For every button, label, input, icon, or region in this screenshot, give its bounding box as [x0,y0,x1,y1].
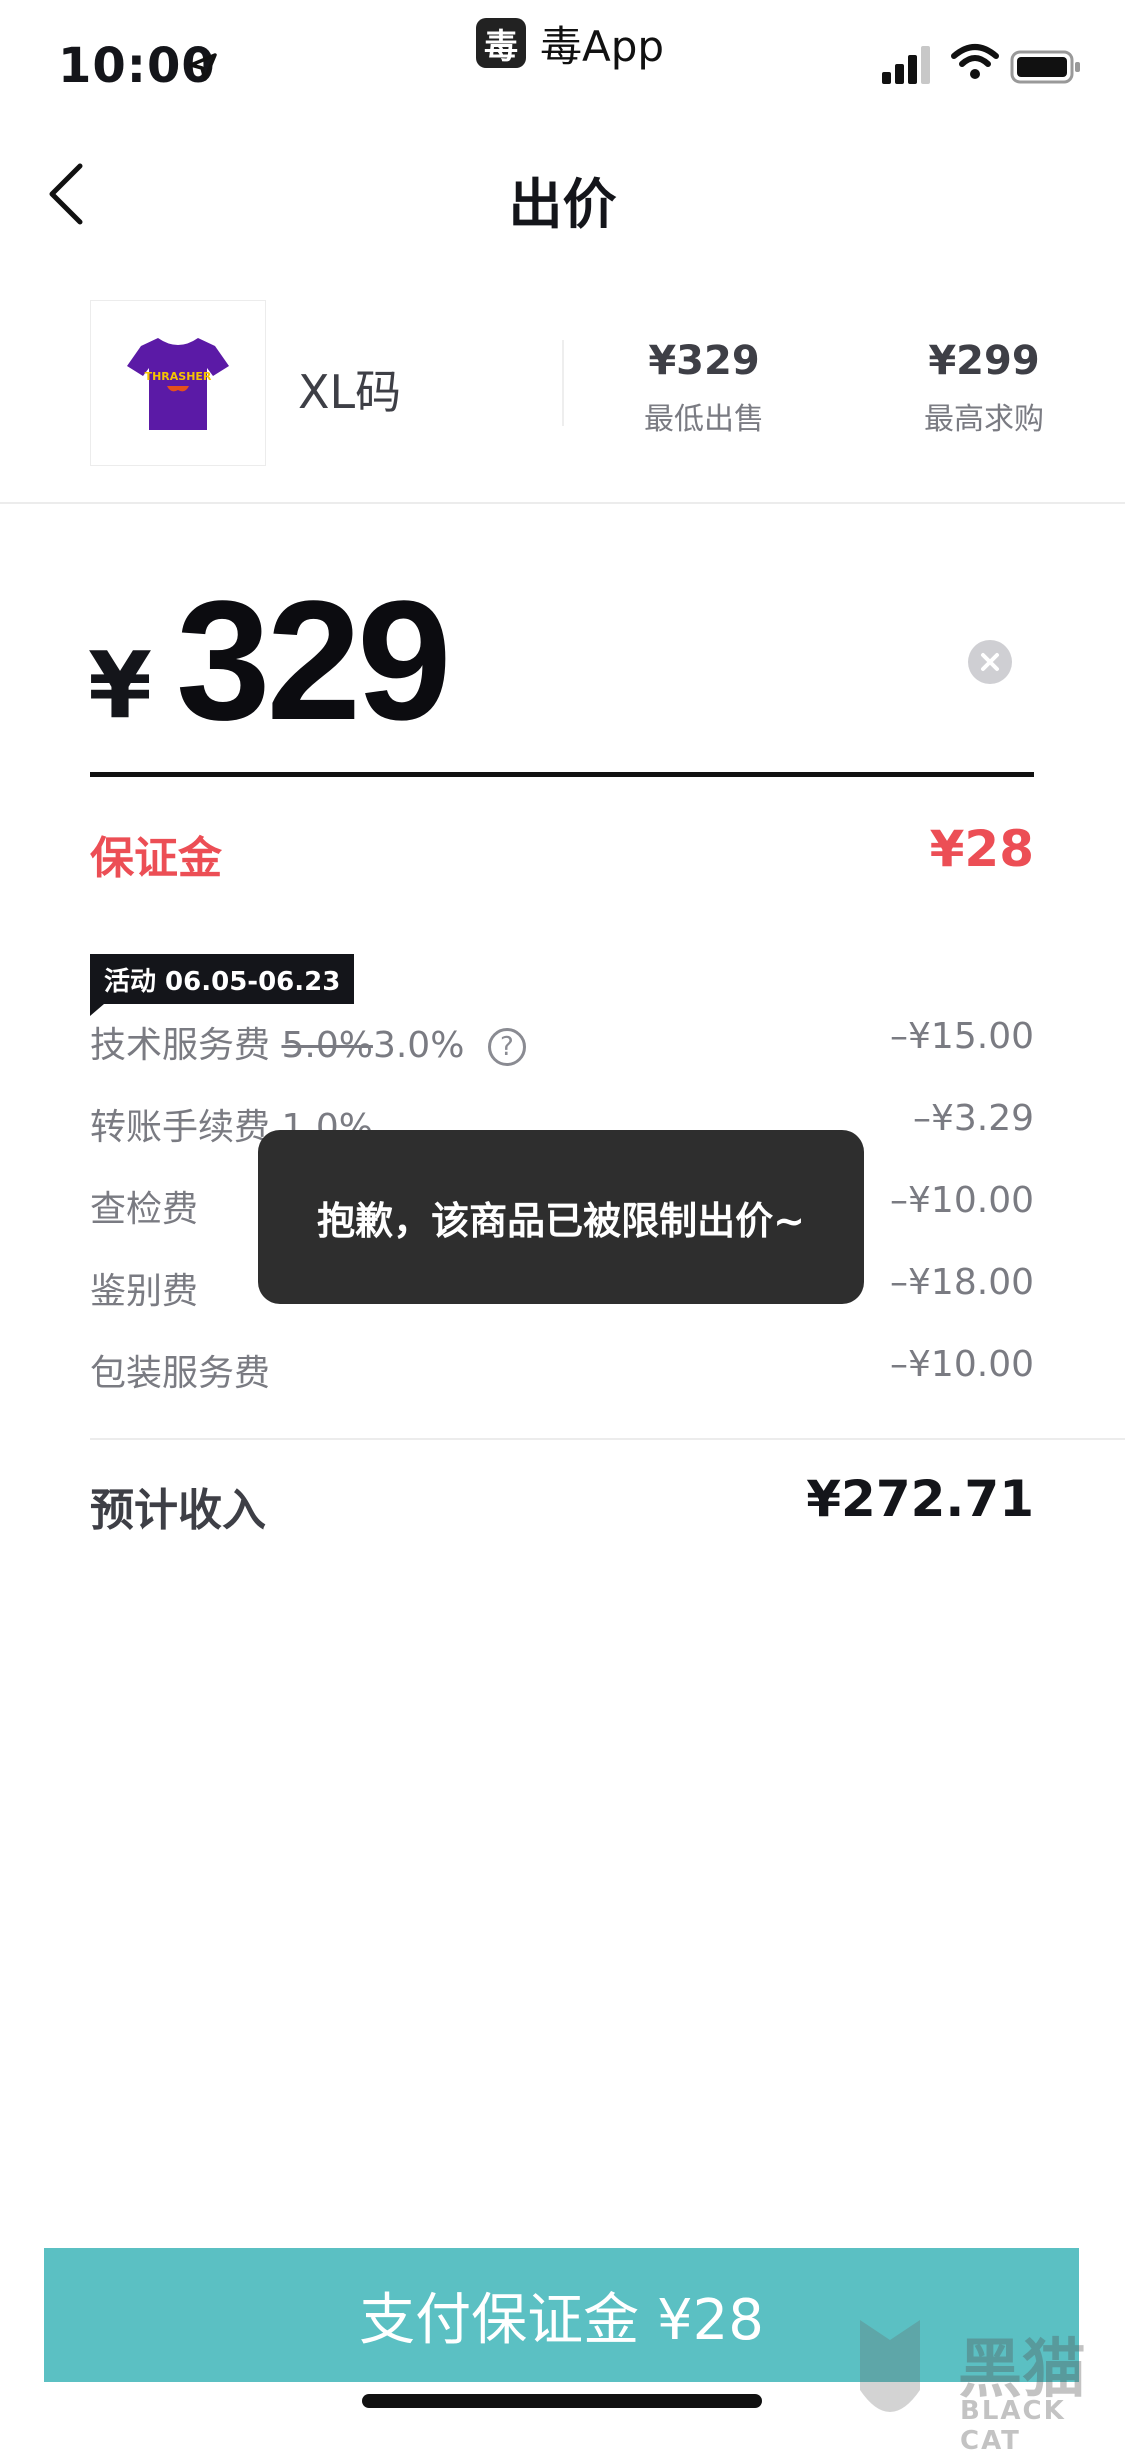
home-indicator[interactable] [362,2394,762,2408]
currency-symbol: ¥ [88,632,153,739]
cellular-signal-icon [882,46,930,84]
fee-old-rate: 5.0% [281,1025,373,1066]
divider [562,340,564,426]
page-title: 出价 [508,173,617,236]
shirt-print-text: THRASHER [145,370,212,383]
location-arrow-icon [189,53,217,81]
bid-price-input[interactable] [176,576,876,746]
lowest-sell-price: ¥329 [648,338,760,384]
close-icon [981,653,999,671]
tshirt-image: THRASHER [127,338,229,430]
wifi-icon [951,44,999,79]
fee-label-authentication: 鉴别费 [90,1271,199,1312]
size-label: XL码 [298,365,402,419]
divider [90,1438,1125,1440]
fee-new-rate: 3.0% [372,1025,465,1066]
product-thumbnail[interactable]: THRASHER [90,300,266,466]
fee-value-tech-service: –¥15.00 [890,1016,1034,1057]
fee-name: 转账手续费 [90,1107,271,1148]
lowest-sell-label: 最低出售 [644,402,764,437]
promo-tag: 活动 06.05-06.23 [90,954,355,1004]
fee-name: 技术服务费 [90,1025,271,1066]
back-to-app-indicator[interactable]: 毒 毒App [476,16,664,71]
app-badge-icon: 毒 [476,18,526,68]
highest-bid-price: ¥299 [928,338,1040,384]
lowest-sell-stat: ¥329 最低出售 [584,338,824,438]
battery-icon [1010,50,1080,84]
income-label: 预计收入 [90,1485,266,1536]
toast-message: 抱歉，该商品已被限制出价~ [258,1130,864,1304]
deposit-label: 保证金 [90,833,222,884]
promo-tag-tail [90,1004,104,1016]
fee-label-inspection: 查检费 [90,1189,199,1230]
highest-bid-stat: ¥299 最高求购 [864,338,1104,438]
watermark-text-en: BLACK CAT [960,2396,1066,2456]
divider [0,502,1125,504]
deposit-value: ¥28 [929,820,1034,878]
fee-label-packaging: 包装服务费 [90,1353,271,1394]
income-value: ¥272.71 [806,1470,1034,1528]
input-underline [90,772,1034,777]
clear-input-button[interactable] [968,640,1012,684]
highest-bid-label: 最高求购 [924,402,1044,437]
fee-value-packaging: –¥10.00 [890,1344,1034,1385]
app-name: 毒App [540,21,665,71]
fee-label-tech-service: 技术服务费 5.0%3.0% ? [90,1016,526,1068]
help-icon[interactable]: ? [487,1028,526,1066]
